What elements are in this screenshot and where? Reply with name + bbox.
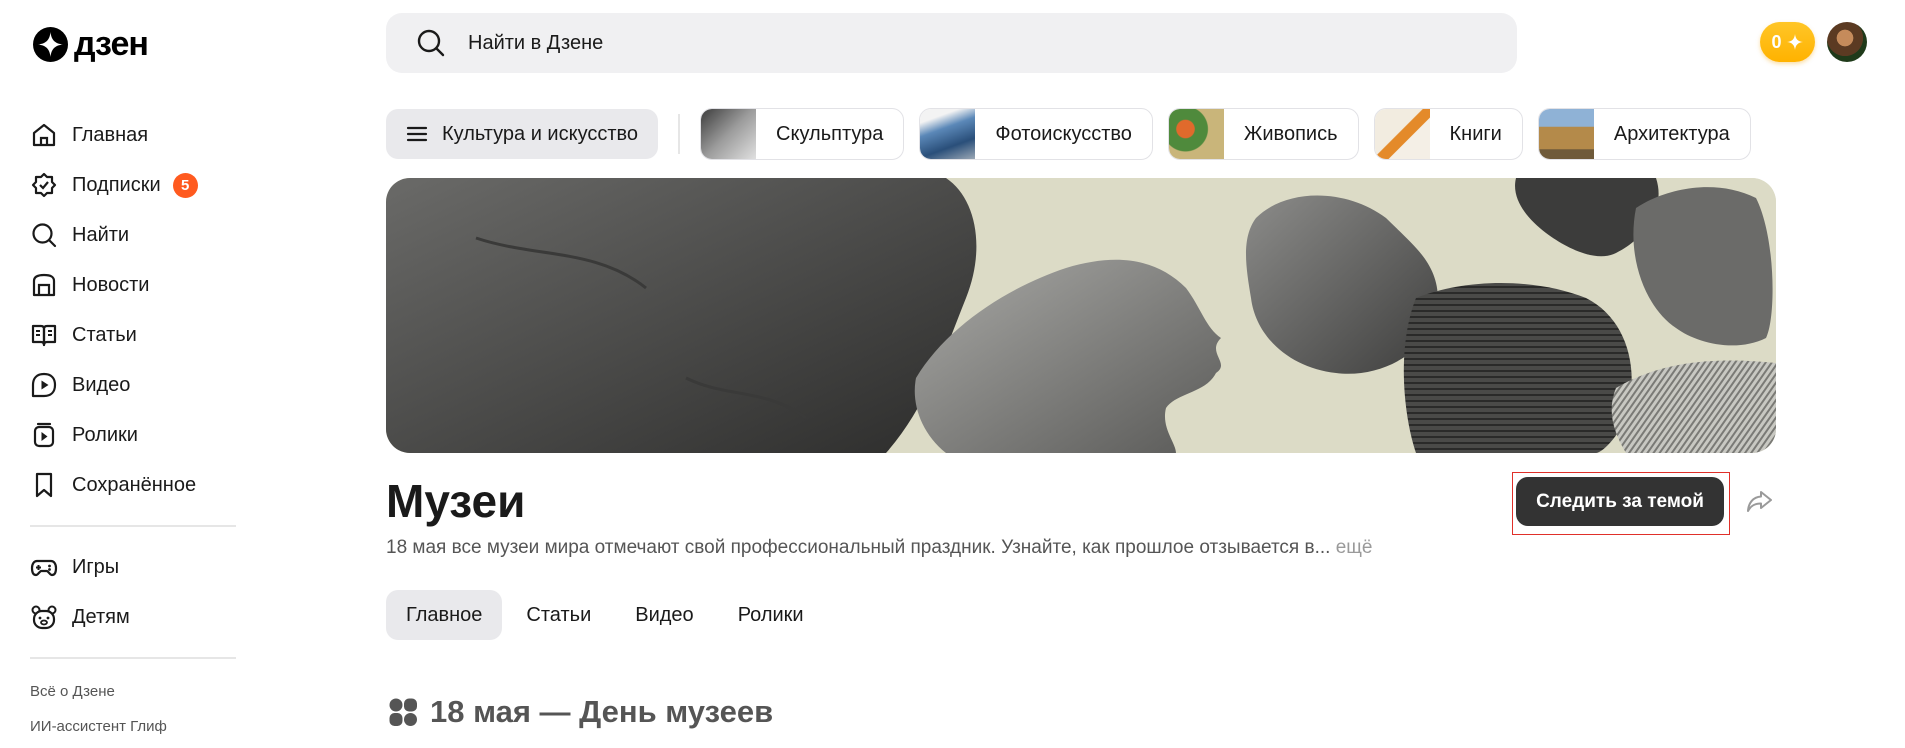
chip-label: Скульптура	[776, 122, 884, 145]
grid-icon	[389, 698, 417, 726]
topic-title: Музеи	[386, 475, 526, 527]
sidebar-item-saved[interactable]: Сохранённое	[30, 460, 236, 510]
sidebar-item-label: Главная	[72, 123, 149, 146]
sidebar-item-kids[interactable]: Детям	[30, 592, 236, 642]
sidebar-item-label: Найти	[72, 223, 130, 246]
show-more-link[interactable]: ещё	[1330, 537, 1373, 558]
sidebar-item-subscriptions[interactable]: Подписки 5	[30, 160, 236, 210]
chip-architecture[interactable]: Архитектура	[1537, 108, 1751, 160]
sidebar-item-label: Детям	[72, 605, 130, 628]
section-heading: 18 мая — День музеев	[388, 694, 773, 730]
footer-link-assistant[interactable]: ИИ-ассистент Глиф	[30, 709, 236, 744]
chip-sculpture[interactable]: Скульптура	[700, 108, 905, 160]
chip-thumbnail	[1374, 109, 1430, 159]
sidebar: Главная Подписки 5 Найти Новости Статьи …	[30, 110, 236, 744]
section-title: 18 мая — День музеев	[430, 694, 774, 729]
chip-painting[interactable]: Живопись	[1167, 108, 1359, 160]
articles-icon	[30, 321, 58, 349]
tab-video[interactable]: Видео	[615, 590, 713, 640]
coins-button[interactable]: 0	[1760, 22, 1815, 62]
search-icon	[30, 221, 58, 249]
sidebar-divider	[30, 525, 236, 527]
topic-banner-image	[386, 178, 1776, 453]
subscriptions-icon	[30, 171, 58, 199]
chip-photography[interactable]: Фотоискусство	[919, 108, 1153, 160]
zen-star-icon	[33, 26, 68, 62]
topic-tabs: Главное Статьи Видео Ролики	[386, 590, 824, 640]
chip-thumbnail	[1538, 109, 1594, 159]
search-icon	[417, 29, 445, 57]
logo-text: дзен	[74, 25, 149, 63]
avatar[interactable]	[1827, 22, 1867, 62]
chip-thumbnail	[701, 109, 757, 159]
topic-description-text: 18 мая все музеи мира отмечают свой проф…	[386, 537, 1331, 558]
tab-main[interactable]: Главное	[386, 590, 503, 640]
search-input[interactable]	[468, 31, 1368, 55]
sidebar-item-shorts[interactable]: Ролики	[30, 410, 236, 460]
sidebar-item-articles[interactable]: Статьи	[30, 310, 236, 360]
topic-description: 18 мая все музеи мира отмечают свой проф…	[386, 537, 1372, 559]
coins-count: 0	[1771, 31, 1782, 52]
shorts-icon	[30, 421, 58, 449]
sidebar-item-games[interactable]: Игры	[30, 542, 236, 592]
sidebar-item-search[interactable]: Найти	[30, 210, 236, 260]
sidebar-divider	[30, 657, 236, 659]
sidebar-item-label: Подписки	[72, 173, 161, 196]
search-bar[interactable]	[386, 13, 1517, 73]
sidebar-item-label: Сохранённое	[72, 473, 197, 496]
chip-label: Книги	[1449, 122, 1502, 145]
chip-books[interactable]: Книги	[1373, 108, 1523, 160]
sidebar-item-home[interactable]: Главная	[30, 110, 236, 160]
chips-divider	[678, 114, 681, 154]
category-chips: Культура и искусство Скульптура Фотоиску…	[386, 108, 1776, 160]
category-menu-button[interactable]: Культура и искусство	[386, 109, 659, 159]
news-icon	[30, 271, 58, 299]
sidebar-item-label: Статьи	[72, 323, 137, 346]
chip-thumbnail	[920, 109, 976, 159]
home-icon	[30, 121, 58, 149]
category-main-label: Культура и искусство	[442, 122, 639, 145]
sidebar-item-label: Ролики	[72, 423, 138, 446]
zen-logo[interactable]: дзен	[33, 25, 149, 63]
sidebar-item-label: Игры	[72, 555, 120, 578]
menu-icon	[406, 126, 428, 142]
sidebar-item-label: Новости	[72, 273, 150, 296]
sidebar-item-news[interactable]: Новости	[30, 260, 236, 310]
bookmark-icon	[30, 471, 58, 499]
chip-label: Архитектура	[1613, 122, 1730, 145]
video-icon	[30, 371, 58, 399]
gamepad-icon	[30, 553, 58, 581]
chip-label: Живопись	[1243, 122, 1338, 145]
tab-shorts[interactable]: Ролики	[718, 590, 824, 640]
kids-icon	[30, 603, 58, 631]
sidebar-item-video[interactable]: Видео	[30, 360, 236, 410]
share-icon	[1747, 491, 1772, 512]
follow-topic-button[interactable]: Следить за темой	[1516, 477, 1724, 526]
sidebar-item-label: Видео	[72, 373, 131, 396]
footer-link-about[interactable]: Всё о Дзене	[30, 674, 236, 709]
tab-articles[interactable]: Статьи	[506, 590, 611, 640]
subscriptions-badge: 5	[172, 172, 198, 198]
share-button[interactable]	[1744, 486, 1774, 516]
chip-thumbnail	[1168, 109, 1224, 159]
chip-label: Фотоискусство	[995, 122, 1132, 145]
sparkle-icon	[1786, 34, 1803, 50]
